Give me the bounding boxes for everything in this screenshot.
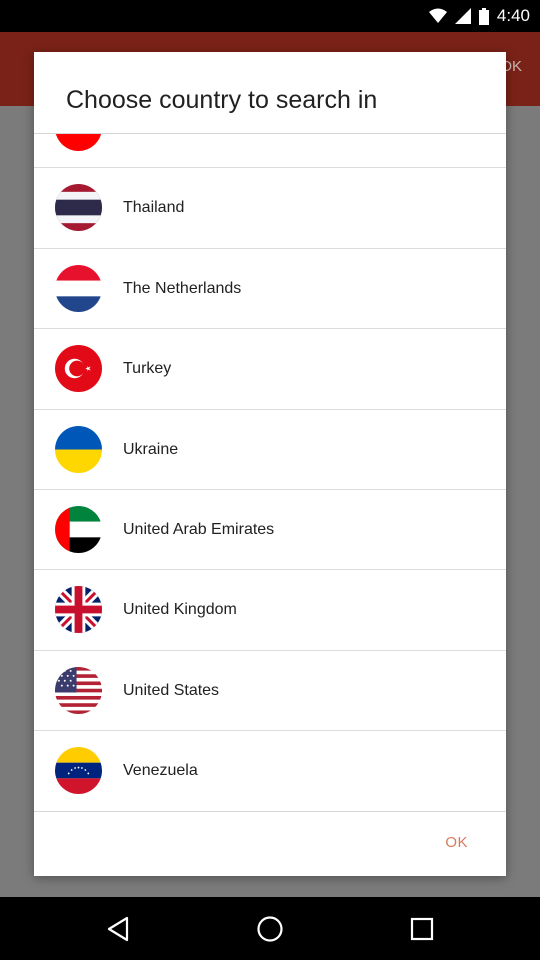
country-label: Venezuela [123, 762, 198, 780]
venezuela-flag-icon [55, 747, 102, 795]
recents-button[interactable] [402, 909, 442, 949]
country-row-thailand[interactable]: Thailand [34, 168, 506, 249]
navigation-bar [0, 897, 540, 960]
dialog-title: Choose country to search in [66, 86, 378, 114]
country-label: United States [123, 681, 220, 699]
uk-flag-icon [55, 586, 102, 634]
country-list[interactable]: Taiwan Thailand The Netherlands [34, 134, 506, 811]
country-label: Thailand [123, 199, 185, 217]
back-icon [107, 916, 129, 942]
home-button[interactable] [250, 909, 290, 949]
turkey-flag-icon [55, 345, 102, 393]
battery-icon [478, 7, 489, 25]
country-row-venezuela[interactable]: Venezuela [34, 731, 506, 811]
ukraine-flag-icon [55, 425, 102, 473]
back-button[interactable] [98, 909, 138, 949]
netherlands-flag-icon [55, 264, 102, 312]
thailand-flag-icon [55, 184, 102, 232]
country-row-united-kingdom[interactable]: United Kingdom [34, 570, 506, 651]
country-label: The Netherlands [123, 279, 242, 297]
wifi-icon [428, 8, 447, 23]
country-row-taiwan[interactable]: Taiwan [34, 134, 506, 169]
country-label: Turkey [123, 360, 172, 378]
status-bar: 4:40 [0, 0, 540, 32]
country-row-turkey[interactable]: Turkey [34, 329, 506, 410]
taiwan-flag-icon [55, 134, 102, 151]
country-dialog: Choose country to search in Taiwan Thail… [34, 52, 506, 876]
country-label: United Arab Emirates [123, 520, 275, 538]
home-icon [257, 916, 283, 942]
country-row-ukraine[interactable]: Ukraine [34, 410, 506, 490]
signal-icon [454, 8, 471, 24]
status-icons: 4:40 [428, 0, 530, 32]
country-row-united-states[interactable]: United States [34, 651, 506, 732]
country-row-uae[interactable]: United Arab Emirates [34, 490, 506, 571]
us-flag-icon [55, 666, 102, 714]
status-time: 4:40 [496, 6, 530, 25]
country-row-netherlands[interactable]: The Netherlands [34, 249, 506, 330]
ok-button[interactable]: OK [445, 834, 468, 851]
country-label: Taiwan [123, 134, 173, 168]
footer-divider [34, 811, 506, 812]
recents-icon [410, 917, 434, 941]
country-label: United Kingdom [123, 601, 237, 619]
country-label: Ukraine [123, 440, 179, 458]
uae-flag-icon [55, 505, 102, 553]
